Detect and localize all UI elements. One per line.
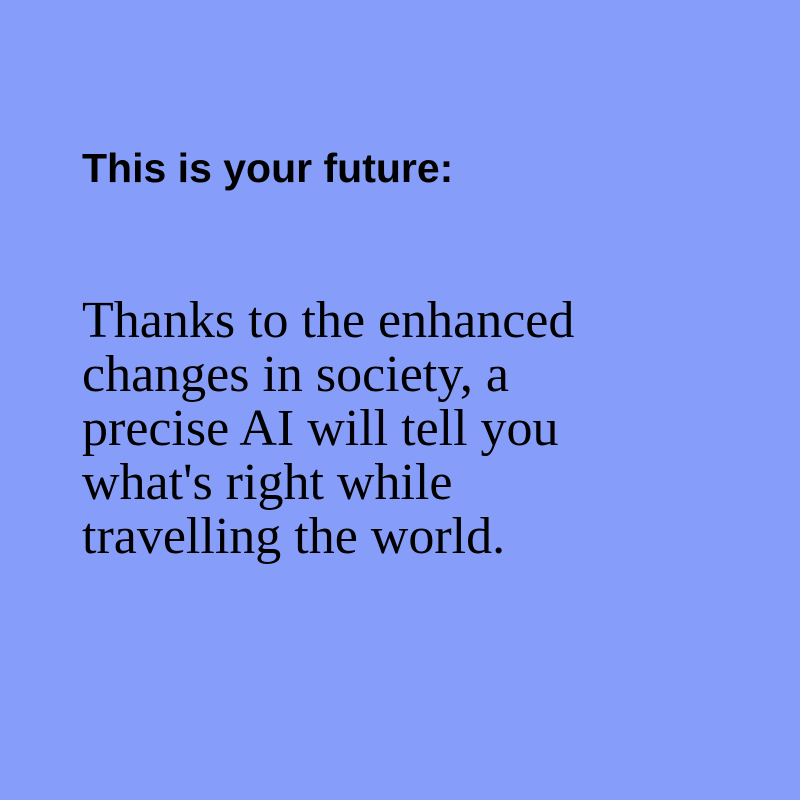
body-line-2: changes in society, a xyxy=(82,346,509,403)
heading: This is your future: xyxy=(82,145,454,191)
body-text: Thanks to the enhanced changes in societ… xyxy=(82,294,574,564)
slide-canvas: This is your future: Thanks to the enhan… xyxy=(0,0,800,800)
body-line-1: Thanks to the enhanced xyxy=(82,292,575,349)
body-line-3: precise AI will tell you xyxy=(82,400,559,457)
body-line-5: travelling the world. xyxy=(82,508,506,565)
body-line-4: what's right while xyxy=(82,454,453,511)
